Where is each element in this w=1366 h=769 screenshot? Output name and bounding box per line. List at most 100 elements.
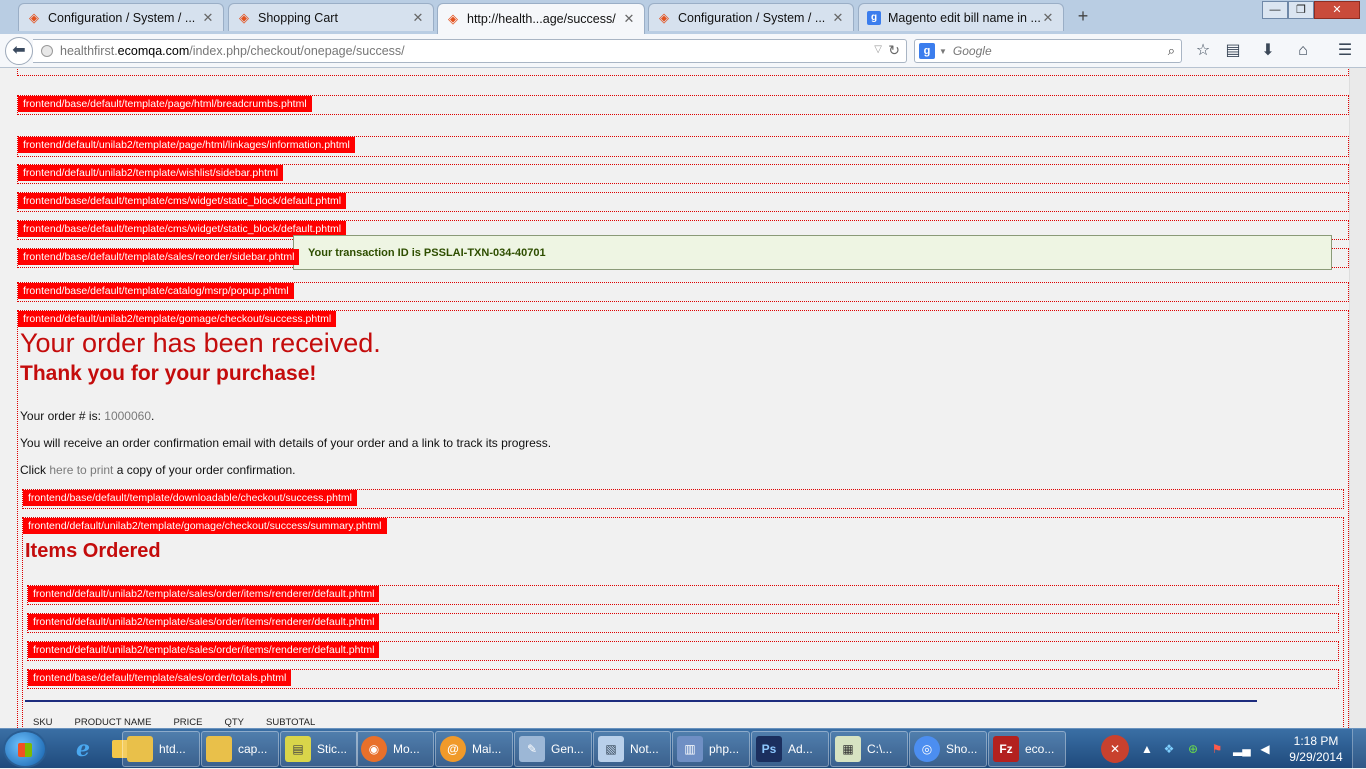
taskbar-item-mail[interactable]: @ Mai... xyxy=(435,731,513,767)
clock-date: 9/29/2014 xyxy=(1289,750,1343,764)
template-hint-renderer-2: frontend/default/unilab2/template/sales/… xyxy=(28,614,380,630)
chevron-up-icon[interactable]: ▲ xyxy=(1139,741,1155,757)
column-header-product-name: PRODUCT NAME xyxy=(74,717,152,728)
maximize-button[interactable]: ❐ xyxy=(1288,1,1314,19)
tab-shopping-cart[interactable]: ◈ Shopping Cart ✕ xyxy=(228,3,434,31)
plus-icon[interactable]: ⊕ xyxy=(1185,741,1201,757)
order-number-line: Your order # is: 1000060. xyxy=(20,409,154,423)
chevron-down-icon[interactable]: ▼ xyxy=(939,47,947,56)
taskbar-item-htdocs[interactable]: htd... xyxy=(122,731,200,767)
new-tab-button[interactable]: + xyxy=(1072,6,1094,28)
template-hint-downloadable: frontend/base/default/template/downloada… xyxy=(23,490,357,506)
page-title: Your order has been received. xyxy=(20,328,381,358)
dropdown-icon[interactable]: ▽ xyxy=(874,44,882,55)
navigation-bar: ⬅ healthfirst. ecomqa.com/index.php/check… xyxy=(0,34,1366,68)
generator-icon: ✎ xyxy=(519,736,545,762)
show-desktop-button[interactable] xyxy=(1352,729,1366,769)
network-warning-icon[interactable]: ✕ xyxy=(1101,735,1129,763)
taskbar-label: Gen... xyxy=(551,742,584,756)
back-arrow-icon: ⬅ xyxy=(12,42,26,59)
taskbar-item-chrome[interactable]: ◎ Sho... xyxy=(909,731,987,767)
order-items-table-header: SKU PRODUCT NAME PRICE QTY SUBTOTAL xyxy=(25,700,1257,728)
order-number-label: Your order # is: xyxy=(20,409,105,423)
google-icon: g xyxy=(919,43,935,59)
internet-explorer-icon[interactable]: e xyxy=(64,732,102,766)
template-hint-wishlist: frontend/default/unilab2/template/wishli… xyxy=(18,165,284,181)
taskbar-item-capture[interactable]: cap... xyxy=(201,731,279,767)
template-hint-reorder: frontend/base/default/template/sales/reo… xyxy=(18,249,300,265)
tab-label: http://health...age/success/ xyxy=(467,12,616,26)
thank-you-heading: Thank you for your purchase! xyxy=(20,362,317,385)
close-icon[interactable]: ✕ xyxy=(831,10,845,26)
close-icon[interactable]: ✕ xyxy=(622,11,636,27)
flag-icon[interactable]: ⚑ xyxy=(1209,741,1225,757)
magento-icon: ◈ xyxy=(239,9,249,25)
photoshop-icon: Ps xyxy=(756,736,782,762)
taskbar-label: eco... xyxy=(1025,742,1055,756)
magento-icon: ◈ xyxy=(448,11,458,26)
taskbar-item-php[interactable]: ▥ php... xyxy=(672,731,750,767)
search-input[interactable]: g ▼ Google ⌕ xyxy=(914,39,1182,63)
start-button[interactable] xyxy=(3,730,47,768)
template-hint-renderer-3: frontend/default/unilab2/template/sales/… xyxy=(28,642,380,658)
google-icon: g xyxy=(867,10,881,25)
notepad-icon: ▧ xyxy=(598,736,624,762)
order-number-link[interactable]: 1000060 xyxy=(104,409,151,423)
magento-icon: ◈ xyxy=(659,9,669,25)
template-hint-success: frontend/default/unilab2/template/gomage… xyxy=(18,311,337,327)
close-icon[interactable]: ✕ xyxy=(411,10,425,26)
column-header-price: PRICE xyxy=(173,717,203,728)
order-number-suffix: . xyxy=(151,409,155,423)
vertical-scrollbar[interactable] xyxy=(1349,68,1366,728)
chrome-icon: ◎ xyxy=(914,736,940,762)
bookmarks-list-icon[interactable]: ▤ xyxy=(1223,41,1243,61)
minimize-button[interactable]: — xyxy=(1262,1,1288,19)
taskbar-label: C:\... xyxy=(867,742,893,756)
close-icon[interactable]: ✕ xyxy=(1041,10,1055,26)
tab-configuration-2[interactable]: ◈ Configuration / System / ... ✕ xyxy=(648,3,854,31)
taskbar-label: Ad... xyxy=(788,742,813,756)
url-bar[interactable]: healthfirst. ecomqa.com/index.php/checkou… xyxy=(33,39,907,63)
print-suffix: a copy of your order confirmation. xyxy=(113,463,296,477)
taskbar-item-sticky-notes[interactable]: ▤ Stic... xyxy=(280,731,358,767)
url-path: /index.php/checkout/onepage/success/ xyxy=(189,44,405,58)
tab-success[interactable]: ◈ http://health...age/success/ ✕ xyxy=(437,3,645,34)
tab-label: Configuration / System / ... xyxy=(48,10,196,25)
filezilla-icon: Fz xyxy=(993,736,1019,762)
taskbar-item-notepad[interactable]: ▧ Not... xyxy=(593,731,671,767)
home-icon[interactable]: ⌂ xyxy=(1293,41,1313,61)
signal-icon[interactable]: ▂▄ xyxy=(1233,741,1251,757)
template-hint-information: frontend/default/unilab2/template/page/h… xyxy=(18,137,355,153)
print-prefix: Click xyxy=(20,463,50,477)
column-header-sku: SKU xyxy=(33,717,53,728)
search-icon[interactable]: ⌕ xyxy=(1168,43,1175,59)
tab-configuration-1[interactable]: ◈ Configuration / System / ... ✕ xyxy=(18,3,224,31)
template-hint-renderer-1: frontend/default/unilab2/template/sales/… xyxy=(28,586,380,602)
url-prefix: healthfirst. xyxy=(60,44,118,58)
sticky-notes-icon: ▤ xyxy=(285,736,311,762)
taskbar-item-cmd[interactable]: ▦ C:\... xyxy=(830,731,908,767)
tab-magento-edit-bill[interactable]: g Magento edit bill name in ... ✕ xyxy=(858,3,1064,31)
folder-icon xyxy=(206,736,232,762)
cmd-icon: ▦ xyxy=(835,736,861,762)
taskbar-item-photoshop[interactable]: Ps Ad... xyxy=(751,731,829,767)
print-link[interactable]: here to print xyxy=(49,463,113,477)
close-icon[interactable]: ✕ xyxy=(201,10,215,26)
close-window-button[interactable]: ✕ xyxy=(1314,1,1360,19)
bookmark-star-icon[interactable]: ☆ xyxy=(1193,41,1213,61)
taskbar-label: Sho... xyxy=(946,742,978,756)
template-hint-static-block-1: frontend/base/default/template/cms/widge… xyxy=(18,193,347,209)
reload-icon[interactable]: ↻ xyxy=(888,42,900,59)
menu-icon[interactable]: ☰ xyxy=(1335,41,1355,61)
taskbar-item-filezilla[interactable]: Fz eco... xyxy=(988,731,1066,767)
download-icon[interactable]: ⬇ xyxy=(1258,41,1278,61)
dropbox-icon[interactable]: ❖ xyxy=(1161,741,1177,757)
url-host: ecomqa.com xyxy=(117,44,190,58)
volume-icon[interactable]: ◀ xyxy=(1257,741,1273,757)
clock[interactable]: 1:18 PM 9/29/2014 xyxy=(1285,733,1347,765)
taskbar-item-firefox[interactable]: ◉ Mo... xyxy=(356,731,434,767)
back-button[interactable]: ⬅ xyxy=(5,37,33,65)
globe-icon xyxy=(41,45,53,57)
taskbar-item-generator[interactable]: ✎ Gen... xyxy=(514,731,592,767)
items-ordered-heading: Items Ordered xyxy=(25,540,161,562)
